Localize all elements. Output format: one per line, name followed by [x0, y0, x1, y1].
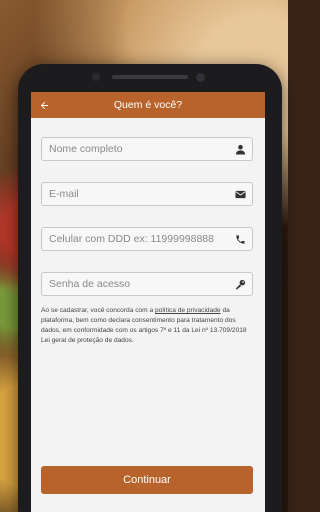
phone-sensor	[92, 73, 100, 81]
app-screen: Quem é você? Nome completo E-mail Celula…	[31, 92, 265, 512]
phone-field[interactable]	[41, 227, 253, 251]
continue-button[interactable]: Continuar	[41, 466, 253, 494]
app-bar: Quem é você?	[31, 92, 265, 118]
page-title: Quem é você?	[113, 99, 183, 111]
envelope-icon	[235, 190, 246, 199]
key-icon	[236, 279, 246, 290]
phone-input[interactable]	[49, 233, 229, 245]
arrow-left-icon	[40, 101, 48, 109]
privacy-policy-link[interactable]: política de privacidade	[155, 307, 221, 314]
email-input[interactable]	[49, 188, 229, 200]
full-name-input[interactable]	[49, 143, 229, 155]
user-icon	[235, 144, 246, 155]
phone-icon	[236, 235, 245, 244]
phone-frame: Quem é você? Nome completo E-mail Celula…	[18, 64, 282, 512]
phone-speaker	[112, 75, 188, 79]
terms-prefix: Ao se cadastrar, você concorda com a	[41, 307, 155, 314]
password-input[interactable]	[49, 278, 229, 290]
full-name-field[interactable]	[41, 137, 253, 161]
phone-camera	[196, 73, 205, 82]
back-button[interactable]	[35, 96, 53, 114]
password-field[interactable]	[41, 272, 253, 296]
email-field[interactable]	[41, 182, 253, 206]
terms-text: Ao se cadastrar, você concorda com a pol…	[41, 306, 257, 346]
